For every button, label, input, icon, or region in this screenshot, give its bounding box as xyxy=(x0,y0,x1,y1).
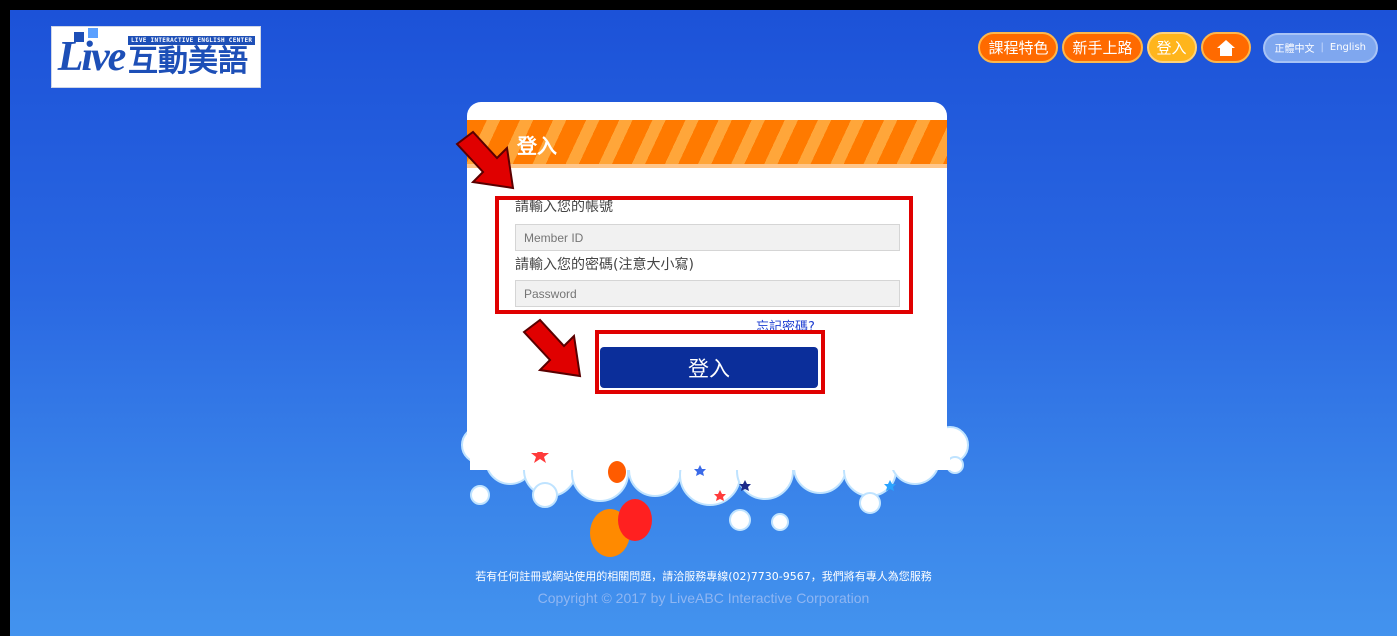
password-input[interactable] xyxy=(515,280,900,307)
login-card: 登入 請輸入您的帳號 請輸入您的密碼(注意大小寫) 忘記密碼? 登入 xyxy=(467,102,947,452)
forgot-password-link[interactable]: 忘記密碼? xyxy=(756,316,815,335)
logo-live-text: Live xyxy=(57,34,127,80)
nav-home-button[interactable] xyxy=(1200,32,1251,63)
footer-copyright: Copyright © 2017 by LiveABC Interactive … xyxy=(537,590,870,606)
page-background: Live LIVE INTERACTIVE ENGLISH CENTER 互動美… xyxy=(10,10,1397,636)
lang-en-link[interactable]: English xyxy=(1330,42,1366,53)
red-arrow-icon xyxy=(522,318,582,378)
logo-title: 互動美語 xyxy=(128,43,248,79)
login-card-header: 登入 xyxy=(467,120,947,168)
site-logo[interactable]: Live LIVE INTERACTIVE ENGLISH CENTER 互動美… xyxy=(51,26,261,88)
top-nav: 課程特色 新手上路 登入 正體中文 | English xyxy=(978,32,1378,63)
member-id-input[interactable] xyxy=(515,224,900,251)
lang-zh-link[interactable]: 正體中文 xyxy=(1275,40,1315,55)
live-logo-mark: Live xyxy=(57,28,127,82)
login-submit-button[interactable]: 登入 xyxy=(600,347,818,388)
language-switcher: 正體中文 | English xyxy=(1262,32,1378,63)
nav-login-button[interactable]: 登入 xyxy=(1146,32,1197,63)
nav-beginner-button[interactable]: 新手上路 xyxy=(1062,32,1143,63)
footer-support-note: 若有任何註冊或網站使用的相關問題，請洽服務專線(02)7730-9567，我們將… xyxy=(475,570,932,583)
password-label: 請輸入您的密碼(注意大小寫) xyxy=(515,257,694,273)
nav-features-button[interactable]: 課程特色 xyxy=(978,32,1059,63)
logo-text: LIVE INTERACTIVE ENGLISH CENTER 互動美語 xyxy=(128,35,256,79)
logo-square-decoration xyxy=(74,32,84,42)
account-label: 請輸入您的帳號 xyxy=(515,199,613,215)
logo-square-decoration xyxy=(88,28,98,38)
lang-divider: | xyxy=(1320,42,1324,53)
home-icon xyxy=(1216,39,1235,56)
red-arrow-icon xyxy=(455,130,515,190)
login-title: 登入 xyxy=(517,134,557,158)
